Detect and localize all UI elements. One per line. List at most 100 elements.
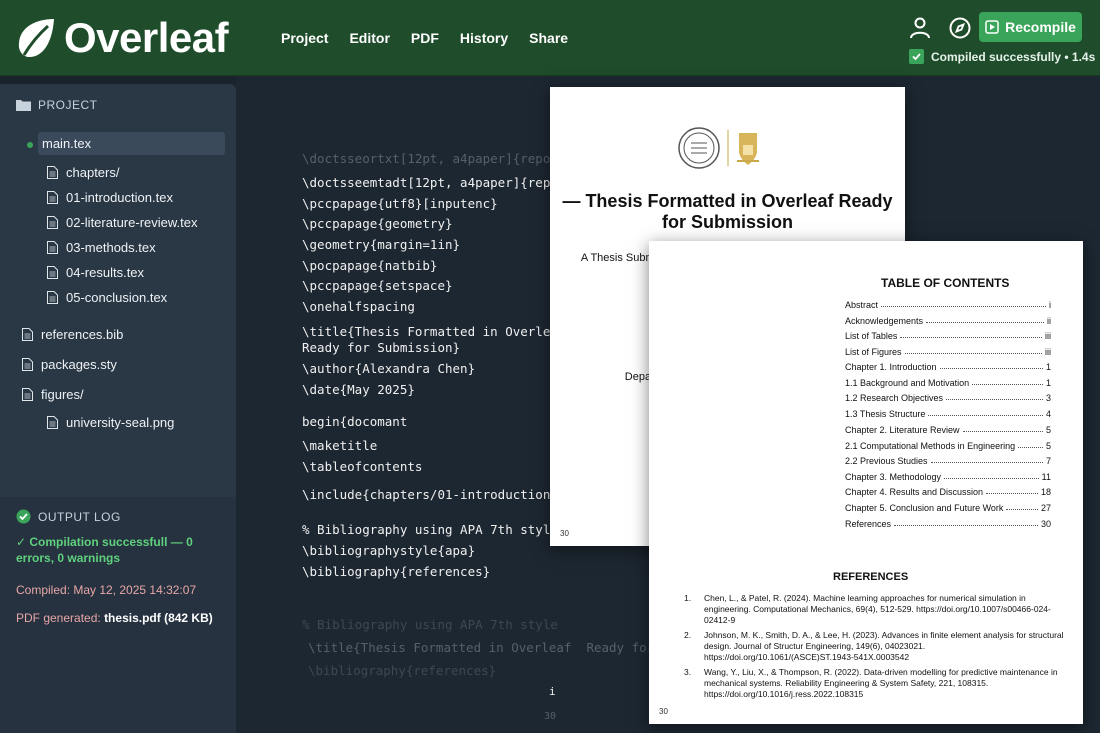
file-03-methods[interactable]: 03-methods.tex <box>47 240 156 255</box>
toc-entry-page: 1 <box>1045 362 1051 372</box>
reference-number: 1. <box>684 593 692 603</box>
code-line[interactable]: begin{docomant <box>302 414 407 429</box>
output-log-header: OUTPUT LOG <box>16 509 121 524</box>
toc-entry-label: 2.1 Computational Methods in Engineering <box>845 441 1016 451</box>
code-line[interactable]: \pocpapage{natbib} <box>302 258 437 273</box>
toc-title: TABLE OF CONTENTS <box>881 276 1010 290</box>
check-circle-icon <box>16 509 31 524</box>
code-line[interactable]: \date{May 2025} <box>302 382 415 397</box>
toc-entry[interactable]: 1.3 Thesis Structure 4 <box>845 409 1051 419</box>
code-line[interactable]: % Bibliography using APA 7th style <box>302 522 558 537</box>
code-line[interactable]: \doctsseemtadt[12pt, a4paper]{report} <box>302 175 580 190</box>
toc-leader <box>926 316 1044 323</box>
code-line[interactable]: \author{Alexandra Chen} <box>302 361 475 376</box>
output-log-panel: OUTPUT LOG ✓ Compilation successfull — 0… <box>0 497 236 733</box>
compilation-status: ✓ Compilation successfull — 0 errors, 0 … <box>16 535 193 565</box>
toc-leader <box>881 300 1046 307</box>
file-label: university-seal.png <box>66 415 175 430</box>
file-references-bib[interactable]: references.bib <box>22 327 123 342</box>
pdf-file-name[interactable]: thesis.pdf (842 KB) <box>104 611 213 625</box>
page-marker: 30 <box>544 711 557 722</box>
toc-entry-label: 1.2 Research Objectives <box>845 393 944 403</box>
user-icon[interactable] <box>908 16 932 40</box>
code-line[interactable]: \onehalfspacing <box>302 299 415 314</box>
file-university-seal[interactable]: university-seal.png <box>47 415 174 430</box>
menu-editor[interactable]: Editor <box>349 30 389 46</box>
toc-entry[interactable]: List of Tables iii <box>845 331 1051 341</box>
file-02-literature-review[interactable]: 02-literature-review.tex <box>47 215 198 230</box>
reference-text: Chen, L., & Patel, R. (2024). Machine le… <box>704 593 1051 625</box>
toc-entry[interactable]: 1.2 Research Objectives 3 <box>845 393 1051 403</box>
toc-entry-page: 7 <box>1045 456 1051 466</box>
file-icon <box>22 388 33 401</box>
file-icon <box>47 241 58 254</box>
menu-pdf[interactable]: PDF <box>411 30 439 46</box>
file-icon <box>22 358 33 371</box>
folder-chapters[interactable]: chapters/ <box>47 165 119 180</box>
toc-entry[interactable]: 1.1 Background and Motivation 1 <box>845 378 1051 388</box>
toc-entry-label: Chapter 4. Results and Discussion <box>845 487 984 497</box>
toc-entry-page: i <box>1049 300 1051 310</box>
file-05-conclusion[interactable]: 05-conclusion.tex <box>47 290 167 305</box>
top-icons <box>908 16 972 40</box>
code-line[interactable]: \bibliography{references} <box>302 564 490 579</box>
toc-entry[interactable]: 2.1 Computational Methods in Engineering… <box>845 441 1051 451</box>
file-04-results[interactable]: 04-results.tex <box>47 265 144 280</box>
pdf-generated: PDF generated: thesis.pdf (842 KB) <box>16 611 213 625</box>
toc-entry[interactable]: Chapter 4. Results and Discussion 18 <box>845 487 1051 497</box>
check-icon <box>909 49 924 64</box>
toc-leader <box>894 519 1038 526</box>
file-label: 04-results.tex <box>66 265 145 280</box>
file-label: figures/ <box>41 387 84 402</box>
toc-entry-label: Chapter 2. Literature Review <box>845 425 960 435</box>
toc-entry[interactable]: Acknowledgements ii <box>845 316 1051 326</box>
overleaf-logo[interactable]: Overleaf <box>16 14 229 62</box>
file-main-tex[interactable]: main.tex <box>38 132 225 155</box>
code-line[interactable]: \bibliographystyle{apa} <box>302 543 475 558</box>
menu-history[interactable]: History <box>460 30 508 46</box>
code-line[interactable]: \pccpapage{utf8}[inputenc} <box>302 196 498 211</box>
code-line[interactable]: \title{Thesis Formatted in Overleaf — <box>302 324 580 339</box>
file-icon <box>47 166 58 179</box>
toc-leader <box>939 362 1043 369</box>
project-header: PROJECT <box>16 98 98 112</box>
toc-leader <box>930 456 1043 463</box>
recompile-button[interactable]: Recompile <box>979 12 1082 42</box>
image-file-icon <box>47 416 58 429</box>
toc-entry[interactable]: Abstract i <box>845 300 1051 310</box>
folder-figures[interactable]: figures/ <box>22 387 84 402</box>
toc-entry[interactable]: 2.2 Previous Studies 7 <box>845 456 1051 466</box>
code-line[interactable]: \include{chapters/01-introduction} <box>302 487 558 502</box>
file-icon <box>47 266 58 279</box>
menu-share[interactable]: Share <box>529 30 568 46</box>
toc-entry-page: 4 <box>1045 409 1051 419</box>
project-header-label: PROJECT <box>38 98 98 112</box>
code-line[interactable]: \maketitle <box>302 438 377 453</box>
references-title: REFERENCES <box>833 571 909 583</box>
code-line[interactable]: \tableofcontents <box>302 459 422 474</box>
toc-entry[interactable]: Chapter 3. Methodology 11 <box>845 472 1051 482</box>
file-packages-sty[interactable]: packages.sty <box>22 357 117 372</box>
compile-status-text: Compiled successfully • 1.4s <box>931 49 1096 64</box>
toc-entry[interactable]: Chapter 2. Literature Review 5 <box>845 425 1051 435</box>
menu-project[interactable]: Project <box>281 30 328 46</box>
code-line[interactable]: \pccpapage{setspace} <box>302 278 453 293</box>
compass-icon[interactable] <box>948 16 972 40</box>
toc-leader <box>944 472 1039 479</box>
compile-status: Compiled successfully • 1.4s <box>909 49 1095 64</box>
toc-entry[interactable]: References 30 <box>845 519 1051 529</box>
reference-text: Johnson, M. K., Smith, D. A., & Lee, H. … <box>704 630 1064 662</box>
file-01-introduction[interactable]: 01-introduction.tex <box>47 190 173 205</box>
university-seal-icon <box>678 127 759 169</box>
toc-entry-page: 27 <box>1040 503 1051 513</box>
code-line[interactable]: \geometry{margin=1in} <box>302 237 460 252</box>
toc-entry[interactable]: Chapter 1. Introduction 1 <box>845 362 1051 372</box>
code-line[interactable]: Ready for Submission} <box>302 340 460 355</box>
toc-entry-page: iii <box>1045 331 1051 341</box>
main-menu: Project Editor PDF History Share <box>281 30 589 46</box>
toc-entry[interactable]: List of Figures iii <box>845 347 1051 357</box>
leaf-icon <box>18 19 55 58</box>
toc-entry-label: 1.1 Background and Motivation <box>845 378 970 388</box>
code-line[interactable]: \pccpapage{geometry} <box>302 216 453 231</box>
toc-entry[interactable]: Chapter 5. Conclusion and Future Work 27 <box>845 503 1051 513</box>
